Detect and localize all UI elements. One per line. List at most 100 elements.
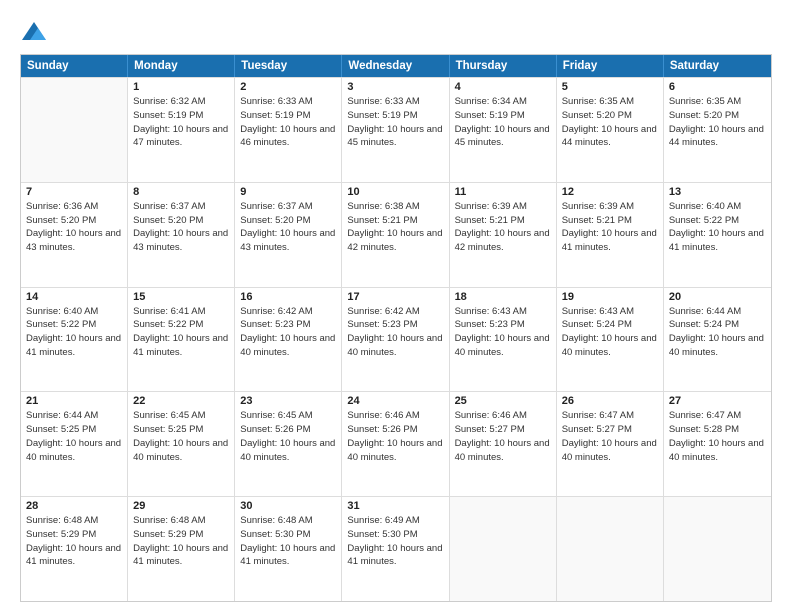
cell-info: Sunset: 5:29 PM: [133, 528, 229, 542]
calendar-cell: 25Sunrise: 6:46 AMSunset: 5:27 PMDayligh…: [450, 392, 557, 496]
calendar-cell: 1Sunrise: 6:32 AMSunset: 5:19 PMDaylight…: [128, 78, 235, 182]
calendar-cell: 31Sunrise: 6:49 AMSunset: 5:30 PMDayligh…: [342, 497, 449, 601]
day-number: 23: [240, 395, 336, 407]
cell-info: Sunrise: 6:37 AM: [240, 200, 336, 214]
cell-info: Sunrise: 6:42 AM: [240, 305, 336, 319]
calendar-cell: 10Sunrise: 6:38 AMSunset: 5:21 PMDayligh…: [342, 183, 449, 287]
cell-info: Daylight: 10 hours and 40 minutes.: [347, 332, 443, 360]
calendar-cell: 16 Sunrise: 6:42 AMSunset: 5:23 PMDayligh…: [235, 288, 342, 392]
calendar-cell: [450, 497, 557, 601]
header-day: Saturday: [664, 55, 771, 77]
cell-info: Sunset: 5:19 PM: [347, 109, 443, 123]
cell-info: Sunset: 5:21 PM: [347, 214, 443, 228]
calendar-cell: 9Sunrise: 6:37 AMSunset: 5:20 PMDaylight…: [235, 183, 342, 287]
day-number: 3: [347, 81, 443, 93]
cell-info: Sunset: 5:22 PM: [133, 318, 229, 332]
calendar-cell: 2 Sunrise: 6:33 AMSunset: 5:19 PMDaylight…: [235, 78, 342, 182]
cell-info: Sunrise: 6:41 AM: [133, 305, 229, 319]
day-number: 27: [669, 395, 766, 407]
cell-info: Sunset: 5:29 PM: [26, 528, 122, 542]
cell-info: Daylight: 10 hours and 41 minutes.: [26, 332, 122, 360]
day-number: 8: [133, 186, 229, 198]
cell-info: Sunrise: 6:40 AM: [26, 305, 122, 319]
cell-info: Sunrise: 6:44 AM: [26, 409, 122, 423]
day-number: 7: [26, 186, 122, 198]
cell-info: Daylight: 10 hours and 40 minutes.: [240, 332, 336, 360]
day-number: 17: [347, 291, 443, 303]
cell-info: Sunrise: 6:48 AM: [240, 514, 336, 528]
day-number: 22: [133, 395, 229, 407]
calendar-cell: 20Sunrise: 6:44 AMSunset: 5:24 PMDayligh…: [664, 288, 771, 392]
cell-info: Sunset: 5:19 PM: [240, 109, 336, 123]
cell-info: Sunset: 5:24 PM: [562, 318, 658, 332]
cell-info: Daylight: 10 hours and 41 minutes.: [26, 542, 122, 570]
cell-info: Sunrise: 6:33 AM: [347, 95, 443, 109]
calendar-cell: 23Sunrise: 6:45 AMSunset: 5:26 PMDayligh…: [235, 392, 342, 496]
cell-info: Sunrise: 6:42 AM: [347, 305, 443, 319]
day-number: 11: [455, 186, 551, 198]
header-day: Wednesday: [342, 55, 449, 77]
calendar-cell: 7Sunrise: 6:36 AMSunset: 5:20 PMDaylight…: [21, 183, 128, 287]
cell-info: Daylight: 10 hours and 42 minutes.: [347, 227, 443, 255]
calendar-cell: 15Sunrise: 6:41 AMSunset: 5:22 PMDayligh…: [128, 288, 235, 392]
cell-info: Sunset: 5:23 PM: [347, 318, 443, 332]
cell-info: Sunset: 5:24 PM: [669, 318, 766, 332]
cell-info: Daylight: 10 hours and 40 minutes.: [562, 437, 658, 465]
calendar-cell: 12Sunrise: 6:39 AMSunset: 5:21 PMDayligh…: [557, 183, 664, 287]
calendar-cell: 29Sunrise: 6:48 AMSunset: 5:29 PMDayligh…: [128, 497, 235, 601]
cell-info: Daylight: 10 hours and 46 minutes.: [240, 123, 336, 151]
cell-info: Daylight: 10 hours and 44 minutes.: [562, 123, 658, 151]
cell-info: Sunrise: 6:43 AM: [455, 305, 551, 319]
calendar-cell: 26Sunrise: 6:47 AMSunset: 5:27 PMDayligh…: [557, 392, 664, 496]
logo-icon: [20, 18, 48, 46]
calendar: SundayMondayTuesdayWednesdayThursdayFrid…: [20, 54, 772, 602]
cell-info: Daylight: 10 hours and 41 minutes.: [133, 332, 229, 360]
cell-info: Sunrise: 6:39 AM: [455, 200, 551, 214]
cell-info: Sunrise: 6:33 AM: [240, 95, 336, 109]
cell-info: Sunset: 5:22 PM: [26, 318, 122, 332]
header-day: Sunday: [21, 55, 128, 77]
day-number: 30: [240, 500, 336, 512]
cell-info: Sunrise: 6:47 AM: [562, 409, 658, 423]
calendar-row: 21Sunrise: 6:44 AMSunset: 5:25 PMDayligh…: [21, 391, 771, 496]
calendar-row: 1Sunrise: 6:32 AMSunset: 5:19 PMDaylight…: [21, 77, 771, 182]
cell-info: Sunrise: 6:49 AM: [347, 514, 443, 528]
calendar-cell: 21Sunrise: 6:44 AMSunset: 5:25 PMDayligh…: [21, 392, 128, 496]
calendar-cell: 14Sunrise: 6:40 AMSunset: 5:22 PMDayligh…: [21, 288, 128, 392]
cell-info: Daylight: 10 hours and 41 minutes.: [669, 227, 766, 255]
day-number: 2: [240, 81, 336, 93]
cell-info: Daylight: 10 hours and 40 minutes.: [133, 437, 229, 465]
cell-info: Daylight: 10 hours and 41 minutes.: [240, 542, 336, 570]
cell-info: Sunset: 5:21 PM: [455, 214, 551, 228]
cell-info: Sunset: 5:20 PM: [133, 214, 229, 228]
calendar-cell: [557, 497, 664, 601]
logo: [20, 18, 52, 46]
calendar-row: 28Sunrise: 6:48 AMSunset: 5:29 PMDayligh…: [21, 496, 771, 601]
header-day: Monday: [128, 55, 235, 77]
cell-info: Sunrise: 6:32 AM: [133, 95, 229, 109]
cell-info: Sunset: 5:20 PM: [562, 109, 658, 123]
day-number: 4: [455, 81, 551, 93]
cell-info: Sunrise: 6:36 AM: [26, 200, 122, 214]
day-number: 1: [133, 81, 229, 93]
calendar-cell: 18Sunrise: 6:43 AMSunset: 5:23 PMDayligh…: [450, 288, 557, 392]
cell-info: Sunrise: 6:45 AM: [133, 409, 229, 423]
day-number: 16: [240, 291, 336, 303]
calendar-cell: 6Sunrise: 6:35 AMSunset: 5:20 PMDaylight…: [664, 78, 771, 182]
cell-info: Sunset: 5:23 PM: [240, 318, 336, 332]
cell-info: Sunset: 5:20 PM: [240, 214, 336, 228]
cell-info: Sunrise: 6:48 AM: [133, 514, 229, 528]
cell-info: Sunset: 5:22 PM: [669, 214, 766, 228]
cell-info: Daylight: 10 hours and 40 minutes.: [669, 437, 766, 465]
cell-info: Sunset: 5:21 PM: [562, 214, 658, 228]
cell-info: Sunset: 5:30 PM: [240, 528, 336, 542]
day-number: 19: [562, 291, 658, 303]
cell-info: Sunrise: 6:46 AM: [347, 409, 443, 423]
day-number: 25: [455, 395, 551, 407]
cell-info: Daylight: 10 hours and 47 minutes.: [133, 123, 229, 151]
cell-info: Daylight: 10 hours and 40 minutes.: [347, 437, 443, 465]
cell-info: Sunset: 5:20 PM: [26, 214, 122, 228]
calendar-header: SundayMondayTuesdayWednesdayThursdayFrid…: [21, 55, 771, 77]
calendar-row: 7Sunrise: 6:36 AMSunset: 5:20 PMDaylight…: [21, 182, 771, 287]
calendar-cell: 4Sunrise: 6:34 AMSunset: 5:19 PMDaylight…: [450, 78, 557, 182]
